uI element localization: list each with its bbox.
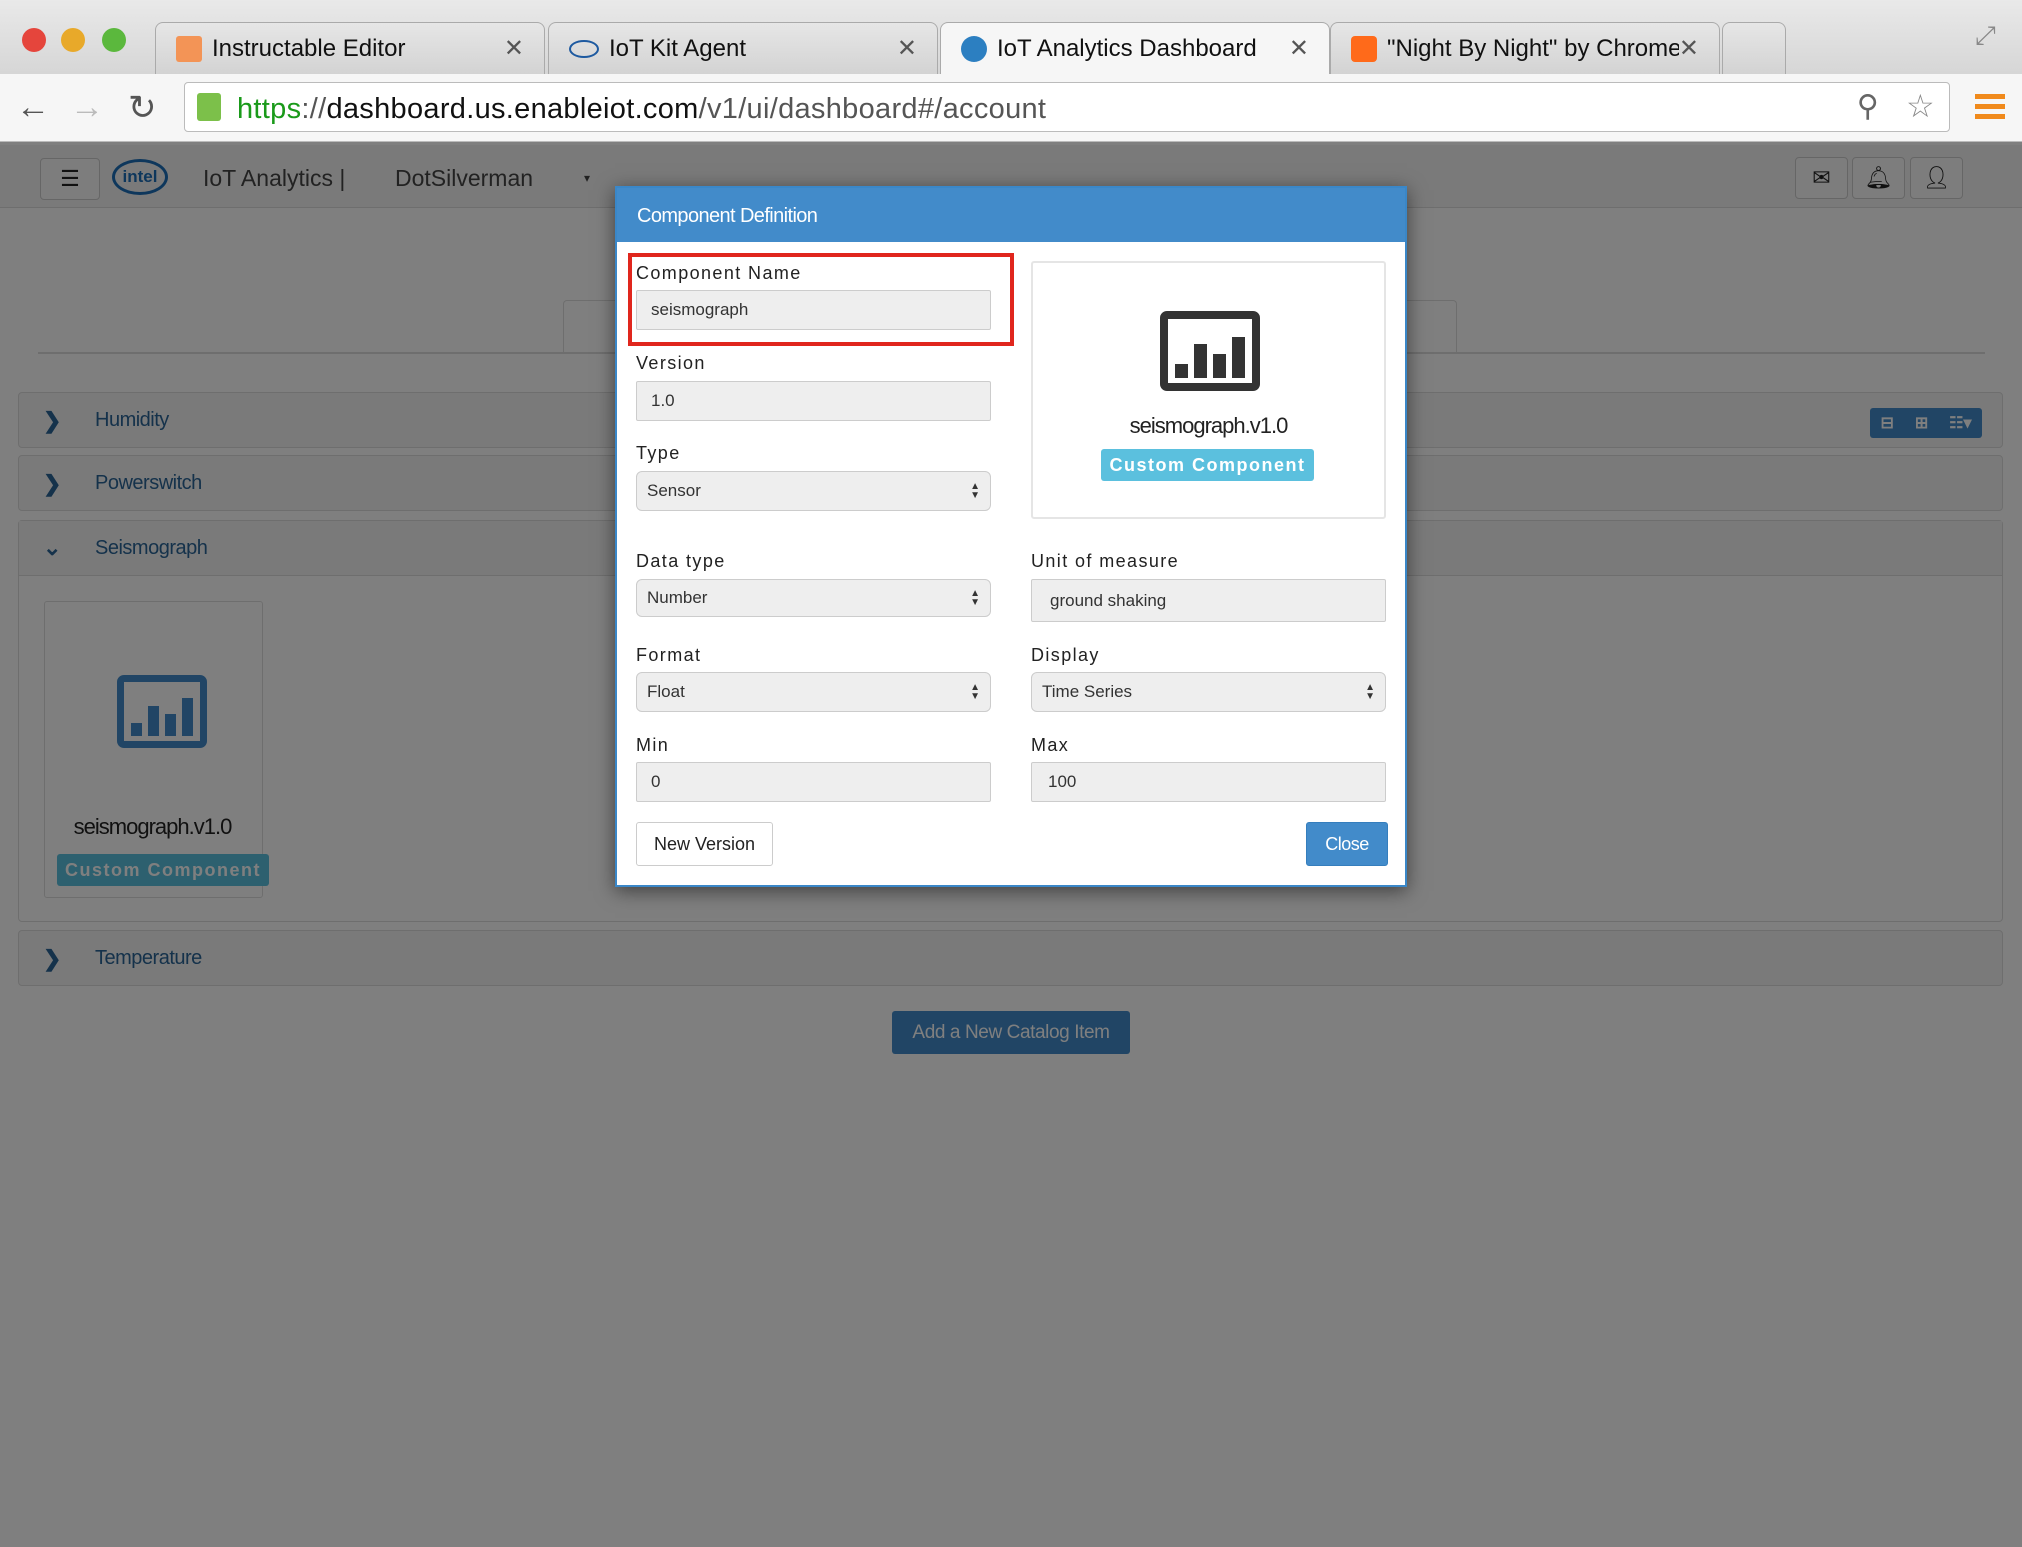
close-tab-icon[interactable]: ✕ bbox=[1289, 34, 1309, 63]
close-window-button[interactable] bbox=[22, 28, 46, 52]
version-input[interactable]: 1.0 bbox=[636, 381, 991, 421]
bar-chart-icon bbox=[1160, 311, 1260, 391]
search-icon[interactable]: ⚲ bbox=[1857, 89, 1879, 124]
menu-icon[interactable] bbox=[1975, 94, 2005, 119]
preview-name: seismograph.v1.0 bbox=[1129, 413, 1289, 438]
version-label: Version bbox=[636, 353, 706, 373]
format-select[interactable]: Float ▲ ▼ bbox=[636, 672, 991, 712]
browser-tab[interactable]: Instructable Editor ✕ bbox=[155, 22, 545, 74]
component-name-input[interactable]: seismograph bbox=[636, 290, 991, 330]
reload-button[interactable]: ↻ bbox=[128, 88, 157, 128]
min-label: Min bbox=[636, 735, 670, 755]
url-input[interactable]: https://dashboard.us.enableiot.com/v1/ui… bbox=[184, 82, 1950, 132]
tab-title: IoT Analytics Dashboard bbox=[997, 34, 1257, 62]
component-definition-modal: Component Definition Component Name seis… bbox=[615, 186, 1407, 887]
url-host: dashboard.us.enableiot.com bbox=[326, 93, 699, 125]
instructables-icon bbox=[176, 35, 202, 62]
soundcloud-icon bbox=[1351, 35, 1377, 62]
back-button[interactable]: ← bbox=[16, 88, 50, 127]
close-tab-icon[interactable]: ✕ bbox=[504, 34, 524, 63]
bookmark-star-icon[interactable]: ☆ bbox=[1906, 87, 1935, 125]
component-preview: seismograph.v1.0 Custom Component bbox=[1031, 261, 1386, 519]
type-label: Type bbox=[636, 443, 681, 463]
address-bar-row: ← → ↻ https://dashboard.us.enableiot.com… bbox=[0, 74, 2022, 142]
custom-component-badge: Custom Component bbox=[1101, 449, 1314, 481]
forward-button[interactable]: → bbox=[70, 88, 104, 127]
tab-title: IoT Kit Agent bbox=[609, 34, 746, 62]
modal-title: Component Definition bbox=[617, 188, 1405, 242]
select-arrows-icon: ▲ ▼ bbox=[970, 588, 980, 608]
display-label: Display bbox=[1031, 645, 1100, 665]
tab-title: "Night By Night" by Chrome bbox=[1387, 34, 1679, 62]
new-version-button[interactable]: New Version bbox=[636, 822, 773, 866]
url-path: /v1/ui/dashboard#/account bbox=[698, 93, 1047, 125]
tab-title: Instructable Editor bbox=[212, 34, 406, 62]
unit-of-measure-input[interactable]: ground shaking bbox=[1031, 579, 1386, 622]
format-value: Float bbox=[647, 682, 685, 701]
select-arrows-icon: ▲ ▼ bbox=[970, 481, 980, 501]
url-scheme: https bbox=[237, 93, 302, 125]
close-tab-icon[interactable]: ✕ bbox=[897, 34, 917, 63]
data-type-label: Data type bbox=[636, 551, 726, 571]
globe-icon bbox=[961, 35, 987, 62]
lock-icon bbox=[197, 93, 221, 121]
select-arrows-icon: ▲ ▼ bbox=[1365, 682, 1375, 702]
minimize-window-button[interactable] bbox=[61, 28, 85, 52]
close-tab-icon[interactable]: ✕ bbox=[1679, 34, 1699, 63]
display-select[interactable]: Time Series ▲ ▼ bbox=[1031, 672, 1386, 712]
browser-tab-strip: Instructable Editor ✕ IoT Kit Agent ✕ IoT … bbox=[0, 0, 2022, 74]
max-label: Max bbox=[1031, 735, 1070, 755]
zoom-window-button[interactable] bbox=[102, 28, 126, 52]
format-label: Format bbox=[636, 645, 702, 665]
browser-tab-active[interactable]: IoT Analytics Dashboard ✕ bbox=[940, 22, 1330, 74]
max-input[interactable]: 100 bbox=[1031, 762, 1386, 802]
url-sep: :// bbox=[301, 93, 327, 125]
data-type-value: Number bbox=[647, 588, 708, 607]
data-type-select[interactable]: Number ▲ ▼ bbox=[636, 579, 991, 617]
select-arrows-icon: ▲ ▼ bbox=[970, 682, 980, 702]
fullscreen-icon[interactable]: ⤢ bbox=[1975, 20, 1996, 52]
type-value: Sensor bbox=[647, 481, 701, 500]
min-input[interactable]: 0 bbox=[636, 762, 991, 802]
new-tab-button[interactable] bbox=[1722, 22, 1786, 74]
type-select[interactable]: Sensor ▲ ▼ bbox=[636, 471, 991, 511]
unit-of-measure-label: Unit of measure bbox=[1031, 551, 1180, 571]
intel-icon bbox=[569, 39, 599, 58]
browser-tab[interactable]: IoT Kit Agent ✕ bbox=[548, 22, 938, 74]
component-name-label: Component Name bbox=[636, 263, 802, 283]
display-value: Time Series bbox=[1042, 682, 1133, 701]
close-button[interactable]: Close bbox=[1306, 822, 1388, 866]
browser-tab[interactable]: "Night By Night" by Chrome ✕ bbox=[1330, 22, 1720, 74]
